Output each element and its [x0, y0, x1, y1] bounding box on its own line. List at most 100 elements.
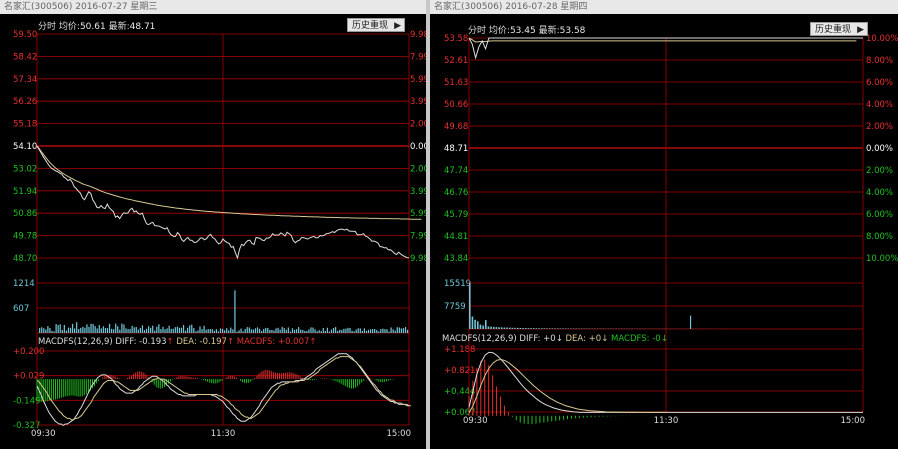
pct-tick-label: 9.98% — [410, 30, 426, 40]
volume-bar — [45, 329, 47, 333]
volume-bar — [193, 328, 195, 333]
volume-bar — [275, 328, 277, 333]
left-history-button[interactable]: 历史重现 ▶ — [347, 18, 405, 32]
pct-tick-label: 3.99% — [410, 97, 426, 107]
volume-bar — [380, 329, 382, 333]
price-tick-label: 48.71 — [444, 144, 468, 154]
price-tick-label: 53.02 — [13, 164, 37, 174]
volume-bar — [94, 326, 96, 333]
volume-bar — [180, 327, 183, 333]
volume-bar — [506, 327, 508, 329]
volume-bar — [78, 329, 80, 333]
volume-bar — [238, 330, 240, 333]
volume-bar — [540, 328, 543, 329]
price-tick-label: 47.74 — [444, 166, 468, 176]
volume-bar — [339, 329, 341, 333]
price-tick-label: 54.10 — [13, 142, 37, 152]
volume-bar — [203, 325, 205, 333]
volume-bar — [178, 327, 181, 333]
volume-bar — [248, 327, 250, 333]
left-intraday-chart: 59.50 9.98% 58.42 7.99% 57.34 5.99% 56.26 3.99%… — [13, 30, 426, 439]
volume-bar — [71, 323, 74, 333]
volume-bar — [100, 328, 102, 333]
volume-bar — [398, 327, 400, 333]
volume-bar — [115, 323, 117, 333]
pct-tick-label: 7.99% — [410, 52, 426, 62]
price-tick-label: 49.78 — [13, 232, 37, 242]
left-macd-name: MACDFS(12,26,9) — [38, 337, 113, 347]
volume-bar — [482, 325, 484, 329]
volume-bar — [168, 325, 170, 333]
volume-bar — [96, 328, 98, 333]
volume-bar — [143, 330, 146, 333]
volume-bar — [61, 329, 63, 333]
volume-bar — [199, 326, 201, 333]
left-header-label: 分时 — [38, 22, 57, 32]
right-history-button[interactable]: 历史重现 ▶ — [810, 22, 868, 36]
volume-bar — [337, 330, 339, 333]
volume-bar — [135, 327, 137, 333]
volume-bar — [322, 328, 324, 333]
volume-bar — [332, 327, 335, 333]
volume-bar — [267, 327, 269, 333]
price-tick-label: 56.26 — [13, 97, 37, 107]
volume-bar — [328, 331, 331, 333]
price-tick-label: 55.18 — [13, 120, 37, 130]
volume-bar — [131, 325, 133, 333]
volume-bar — [150, 327, 152, 333]
left-avg-label: 均价: — [58, 22, 80, 32]
price-tick-label: 58.42 — [13, 52, 37, 62]
volume-bar — [182, 325, 185, 333]
volume-bar — [345, 328, 347, 333]
volume-bar — [86, 324, 88, 333]
pct-tick-label: 0.00% — [410, 142, 426, 152]
right-history-label: 历史重现 — [815, 25, 852, 35]
volume-bar — [320, 331, 322, 333]
volume-bar — [43, 328, 45, 333]
volume-bar — [226, 328, 228, 333]
volume-bar — [498, 327, 500, 329]
right-avg-value: 53.45 — [509, 26, 536, 36]
volume-bar — [211, 329, 213, 333]
volume-bar — [503, 327, 506, 329]
pct-tick-label: 9.98% — [410, 254, 426, 264]
volume-bar — [57, 325, 59, 333]
volume-bar — [384, 329, 386, 333]
volume-bar — [119, 329, 121, 333]
macd-tick-label: -0.149 — [13, 396, 40, 406]
volume-bar — [291, 328, 294, 333]
volume-bar — [359, 328, 361, 333]
volume-bar — [82, 326, 84, 333]
pct-tick-label: 0.00% — [866, 144, 893, 154]
time-tick-label: 09:30 — [31, 429, 56, 439]
right-chart-panel: 名家汇(300506) 2016-07-28 星期四 53.58 10.00% 52… — [430, 0, 898, 449]
volume-bar — [564, 328, 567, 329]
volume-bar — [316, 331, 318, 333]
price-tick-label: 48.70 — [13, 254, 37, 264]
volume-bar — [479, 324, 482, 329]
volume-bar — [279, 329, 281, 333]
time-tick-label: 11:30 — [211, 429, 236, 439]
volume-bar — [353, 331, 355, 333]
volume-bar — [406, 329, 409, 333]
left-last-value: 48.71 — [129, 22, 156, 32]
volume-bar — [41, 327, 43, 333]
left-header: 分时 均价:50.61 最新:48.71 — [38, 19, 155, 32]
pct-tick-label: 5.99% — [410, 75, 426, 85]
volume-bar — [166, 328, 168, 333]
left-last-label: 最新: — [108, 22, 130, 32]
pct-tick-label: 8.00% — [866, 56, 893, 66]
replay-icon: ▶ — [857, 25, 864, 35]
volume-bar — [298, 327, 300, 333]
replay-icon: ▶ — [394, 21, 401, 31]
volume-bar — [187, 327, 189, 333]
volume-bar — [156, 326, 158, 333]
macd-tick-label: +0.029 — [13, 372, 44, 382]
right-macd-name: MACDFS(12,26,9) — [442, 334, 517, 344]
volume-bar — [390, 327, 392, 333]
volume-bar — [396, 327, 398, 333]
volume-bar — [335, 327, 337, 333]
volume-bar — [205, 329, 207, 333]
price-tick-label: 49.68 — [444, 122, 468, 132]
volume-bar — [55, 324, 57, 333]
